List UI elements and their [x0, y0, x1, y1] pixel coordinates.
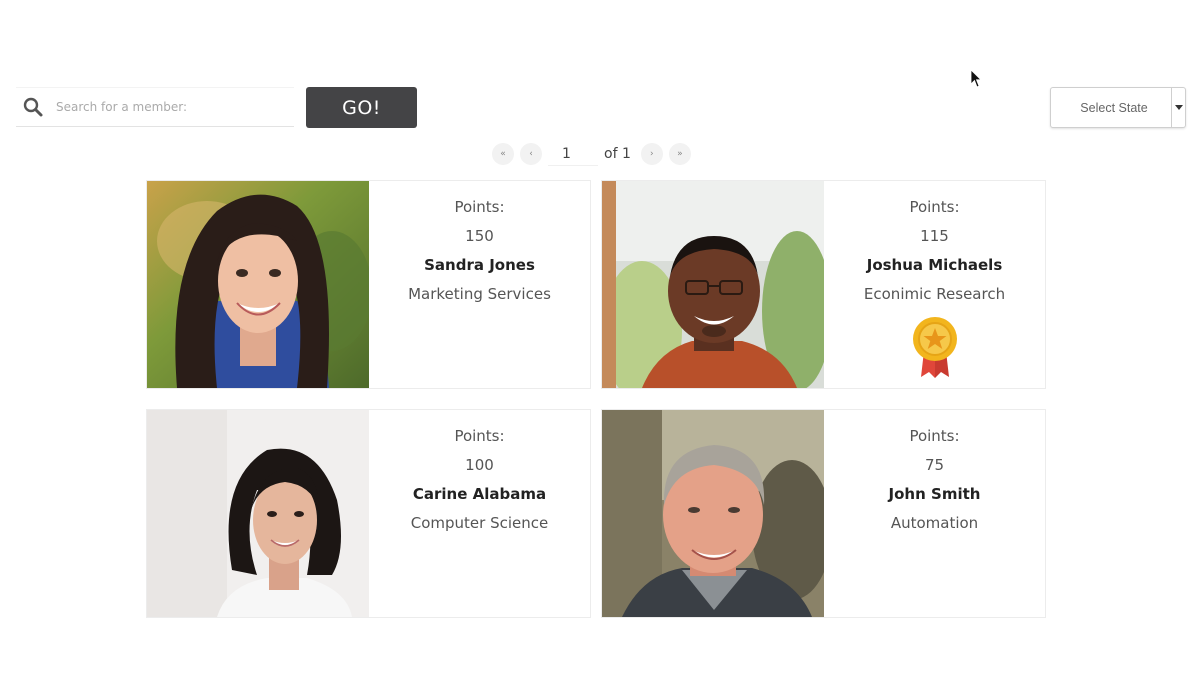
member-info: Points: 100 Carine Alabama Computer Scie…	[369, 410, 590, 617]
points-value: 100	[465, 456, 494, 474]
points-value: 115	[920, 227, 949, 245]
prev-page-button[interactable]: ‹	[520, 143, 542, 165]
state-select[interactable]: Select State	[1050, 87, 1186, 128]
member-department: Computer Science	[410, 514, 549, 532]
member-photo	[147, 181, 369, 388]
member-department: Automation	[890, 514, 979, 532]
mouse-pointer-icon	[970, 69, 982, 88]
member-info: Points: 150 Sandra Jones Marketing Servi…	[369, 181, 590, 388]
next-page-button[interactable]: ›	[640, 143, 663, 165]
search-input[interactable]	[56, 100, 294, 114]
member-name[interactable]: Joshua Michaels	[867, 251, 1003, 280]
search-box	[16, 87, 294, 127]
chevron-down-icon[interactable]	[1171, 88, 1185, 127]
member-name[interactable]: Carine Alabama	[413, 480, 546, 509]
pagination: « ‹ of 1 › »	[492, 140, 714, 168]
last-page-button[interactable]: »	[668, 143, 691, 165]
member-department: Econimic Research	[863, 285, 1006, 303]
points-label: Points:	[909, 198, 960, 216]
points-label: Points:	[454, 198, 505, 216]
points-value: 150	[465, 227, 494, 245]
member-info: Points: 115 Joshua Michaels Econimic Res…	[824, 181, 1045, 388]
points-label: Points:	[454, 427, 505, 445]
member-photo	[602, 181, 824, 388]
member-photo	[602, 410, 824, 617]
member-department: Marketing Services	[408, 285, 551, 303]
page-number-input[interactable]	[548, 142, 598, 166]
first-page-button[interactable]: «	[492, 143, 514, 165]
member-name[interactable]: Sandra Jones	[424, 251, 535, 280]
member-card[interactable]: Points: 75 John Smith Automation	[601, 409, 1046, 618]
member-name[interactable]: John Smith	[889, 480, 981, 509]
member-card[interactable]: Points: 100 Carine Alabama Computer Scie…	[146, 409, 591, 618]
award-ribbon-icon	[912, 317, 957, 378]
page-total-label: of 1	[604, 146, 631, 162]
points-value: 75	[924, 456, 945, 474]
member-info: Points: 75 John Smith Automation	[824, 410, 1045, 617]
member-card[interactable]: Points: 150 Sandra Jones Marketing Servi…	[146, 180, 591, 389]
member-card[interactable]: Points: 115 Joshua Michaels Econimic Res…	[601, 180, 1046, 389]
points-label: Points:	[909, 427, 960, 445]
go-button[interactable]: GO!	[306, 87, 417, 128]
state-select-label: Select State	[1080, 100, 1148, 115]
member-photo	[147, 410, 369, 617]
search-icon	[23, 97, 43, 117]
